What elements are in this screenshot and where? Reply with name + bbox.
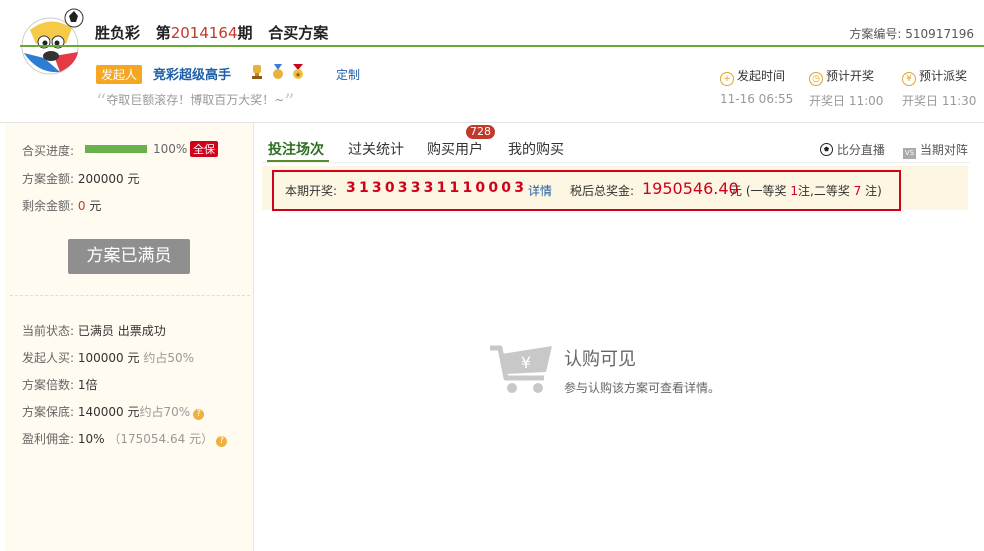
first-prize-count: 1 bbox=[790, 184, 798, 198]
progress-value: 100% bbox=[153, 142, 188, 156]
shopping-cart-icon: ¥ bbox=[490, 345, 552, 393]
slogan-text: 夺取巨额滚存！博取百万大奖！~ bbox=[106, 93, 285, 107]
initiator-buy-row: 发起人买: 100000 元 约占50% bbox=[22, 349, 194, 366]
status-row: 当前状态: 已满员 出票成功 bbox=[22, 322, 166, 339]
help-icon[interactable]: ? bbox=[193, 409, 205, 420]
svg-text:★: ★ bbox=[295, 71, 301, 79]
header-divider bbox=[20, 45, 984, 47]
guarantee-row: 方案保底: 140000 元约占70%? bbox=[22, 403, 205, 420]
live-score-label: 比分直播 bbox=[836, 143, 885, 157]
prize-open: (一等奖 bbox=[745, 184, 787, 198]
amount-value: 200000 bbox=[77, 172, 124, 186]
lottery-logo bbox=[21, 8, 84, 75]
remain-row: 剩余金额: 0 元 bbox=[22, 197, 101, 214]
tab-pass-stats[interactable]: 过关统计 bbox=[348, 139, 404, 159]
remain-unit: 元 bbox=[89, 199, 102, 213]
remain-label: 剩余金额: bbox=[22, 199, 75, 213]
prize-mid: 注,二等奖 bbox=[798, 184, 850, 198]
prize-label: 税后总奖金: bbox=[570, 184, 635, 198]
silver-medal-icon bbox=[273, 64, 283, 79]
amount-unit: 元 bbox=[127, 172, 140, 186]
guarantee-value: 140000 元 bbox=[77, 405, 140, 419]
plan-number-value: 510917196 bbox=[905, 27, 974, 41]
progress-bar bbox=[85, 145, 147, 153]
progress-label: 合买进度: bbox=[22, 144, 75, 158]
launch-time-label: 发起时间 bbox=[737, 69, 786, 83]
soccer-ball-icon bbox=[820, 143, 833, 156]
guarantee-label: 方案保底: bbox=[22, 405, 75, 419]
remain-value: 0 bbox=[77, 199, 86, 213]
amount-label: 方案金额: bbox=[22, 172, 75, 186]
tab-divider bbox=[262, 162, 970, 163]
draw-time: ◷ 预计开奖 开奖日 11:00 bbox=[809, 67, 889, 109]
customize-link[interactable]: 定制 bbox=[336, 66, 360, 83]
lineup-label: 当期对阵 bbox=[919, 143, 968, 157]
trophy-medal-icon bbox=[252, 65, 262, 79]
vs-icon: VS bbox=[903, 148, 916, 159]
launch-time-value: 11-16 06:55 bbox=[720, 92, 794, 106]
commission-label: 盈利佣金: bbox=[22, 432, 75, 446]
status-value: 已满员 出票成功 bbox=[77, 324, 166, 338]
help-icon[interactable]: ? bbox=[216, 436, 228, 447]
draw-detail-link[interactable]: 详情 bbox=[528, 182, 552, 199]
subscribe-title: 认购可见 bbox=[564, 349, 636, 370]
slogan: “夺取巨额滚存！博取百万大奖！~” bbox=[96, 89, 295, 113]
tab-my-purchase[interactable]: 我的购买 bbox=[508, 139, 564, 159]
subscribe-description: 参与认购该方案可查看详情。 bbox=[564, 381, 721, 395]
yen-icon: ¥ bbox=[902, 72, 916, 86]
left-divider bbox=[10, 295, 250, 296]
page-name: 合买方案 bbox=[268, 24, 329, 42]
lottery-name: 胜负彩 bbox=[95, 24, 141, 42]
buyers-count-badge: 728 bbox=[466, 125, 495, 139]
second-prize-count: 7 bbox=[853, 184, 862, 198]
plus-circle-icon: + bbox=[720, 72, 734, 86]
payout-time-label: 预计派奖 bbox=[919, 69, 968, 83]
multiple-label: 方案倍数: bbox=[22, 378, 75, 392]
draw-time-label: 预计开奖 bbox=[826, 69, 875, 83]
progress-row: 合买进度: bbox=[22, 142, 74, 159]
plan-full-button[interactable]: 方案已满员 bbox=[68, 239, 190, 274]
tab-buyers[interactable]: 购买用户 bbox=[427, 139, 483, 159]
lineup-link[interactable]: VS 当期对阵 bbox=[903, 141, 968, 159]
plan-number-label: 方案编号: bbox=[849, 27, 902, 41]
initiator-name-link[interactable]: 竞彩超级高手 bbox=[153, 64, 231, 83]
buy-value: 100000 元 bbox=[77, 351, 140, 365]
gold-medal-icon: ★ bbox=[293, 64, 303, 79]
page-title: 胜负彩 第2014164期 合买方案 bbox=[95, 22, 328, 43]
multiple-value: 1倍 bbox=[77, 378, 98, 392]
prize-breakdown: 元 (一等奖 1注,二等奖 7 注) bbox=[730, 182, 882, 199]
svg-text:¥: ¥ bbox=[521, 353, 531, 372]
prize-close: 注) bbox=[865, 184, 882, 198]
issue-suffix: 期 bbox=[237, 24, 253, 42]
commission-value: 10% bbox=[77, 432, 105, 446]
buy-ratio: 约占50% bbox=[143, 351, 195, 365]
payout-time-value: 开奖日 11:30 bbox=[902, 94, 977, 108]
plan-number: 方案编号: 510917196 bbox=[849, 25, 974, 42]
launch-time: + 发起时间 11-16 06:55 bbox=[720, 67, 800, 106]
issue-prefix: 第 bbox=[155, 24, 171, 42]
draw-numbers: 31303331110003 bbox=[346, 180, 528, 196]
amount-row: 方案金额: 200000 元 bbox=[22, 170, 140, 187]
clock-icon: ◷ bbox=[809, 72, 823, 86]
initiator-tag: 发起人 bbox=[96, 65, 143, 84]
payout-time: ¥ 预计派奖 开奖日 11:30 bbox=[902, 67, 982, 109]
prize-unit: 元 bbox=[730, 184, 743, 198]
issue-number: 2014164 bbox=[170, 24, 238, 42]
live-score-link[interactable]: 比分直播 bbox=[820, 141, 885, 158]
buy-label: 发起人买: bbox=[22, 351, 75, 365]
status-label: 当前状态: bbox=[22, 324, 75, 338]
guarantee-ratio: 约占70% bbox=[139, 405, 191, 419]
draw-label: 本期开奖: bbox=[285, 184, 338, 198]
tab-bet-matches[interactable]: 投注场次 bbox=[268, 139, 324, 159]
commission-row: 盈利佣金: 10% （175054.64 元）? bbox=[22, 430, 228, 447]
prize-amount: 1950546.40 bbox=[642, 179, 739, 198]
commission-amount: （175054.64 元） bbox=[108, 432, 214, 446]
draw-time-value: 开奖日 11:00 bbox=[809, 94, 884, 108]
full-guarantee-badge: 全保 bbox=[190, 141, 218, 157]
multiple-row: 方案倍数: 1倍 bbox=[22, 376, 98, 393]
